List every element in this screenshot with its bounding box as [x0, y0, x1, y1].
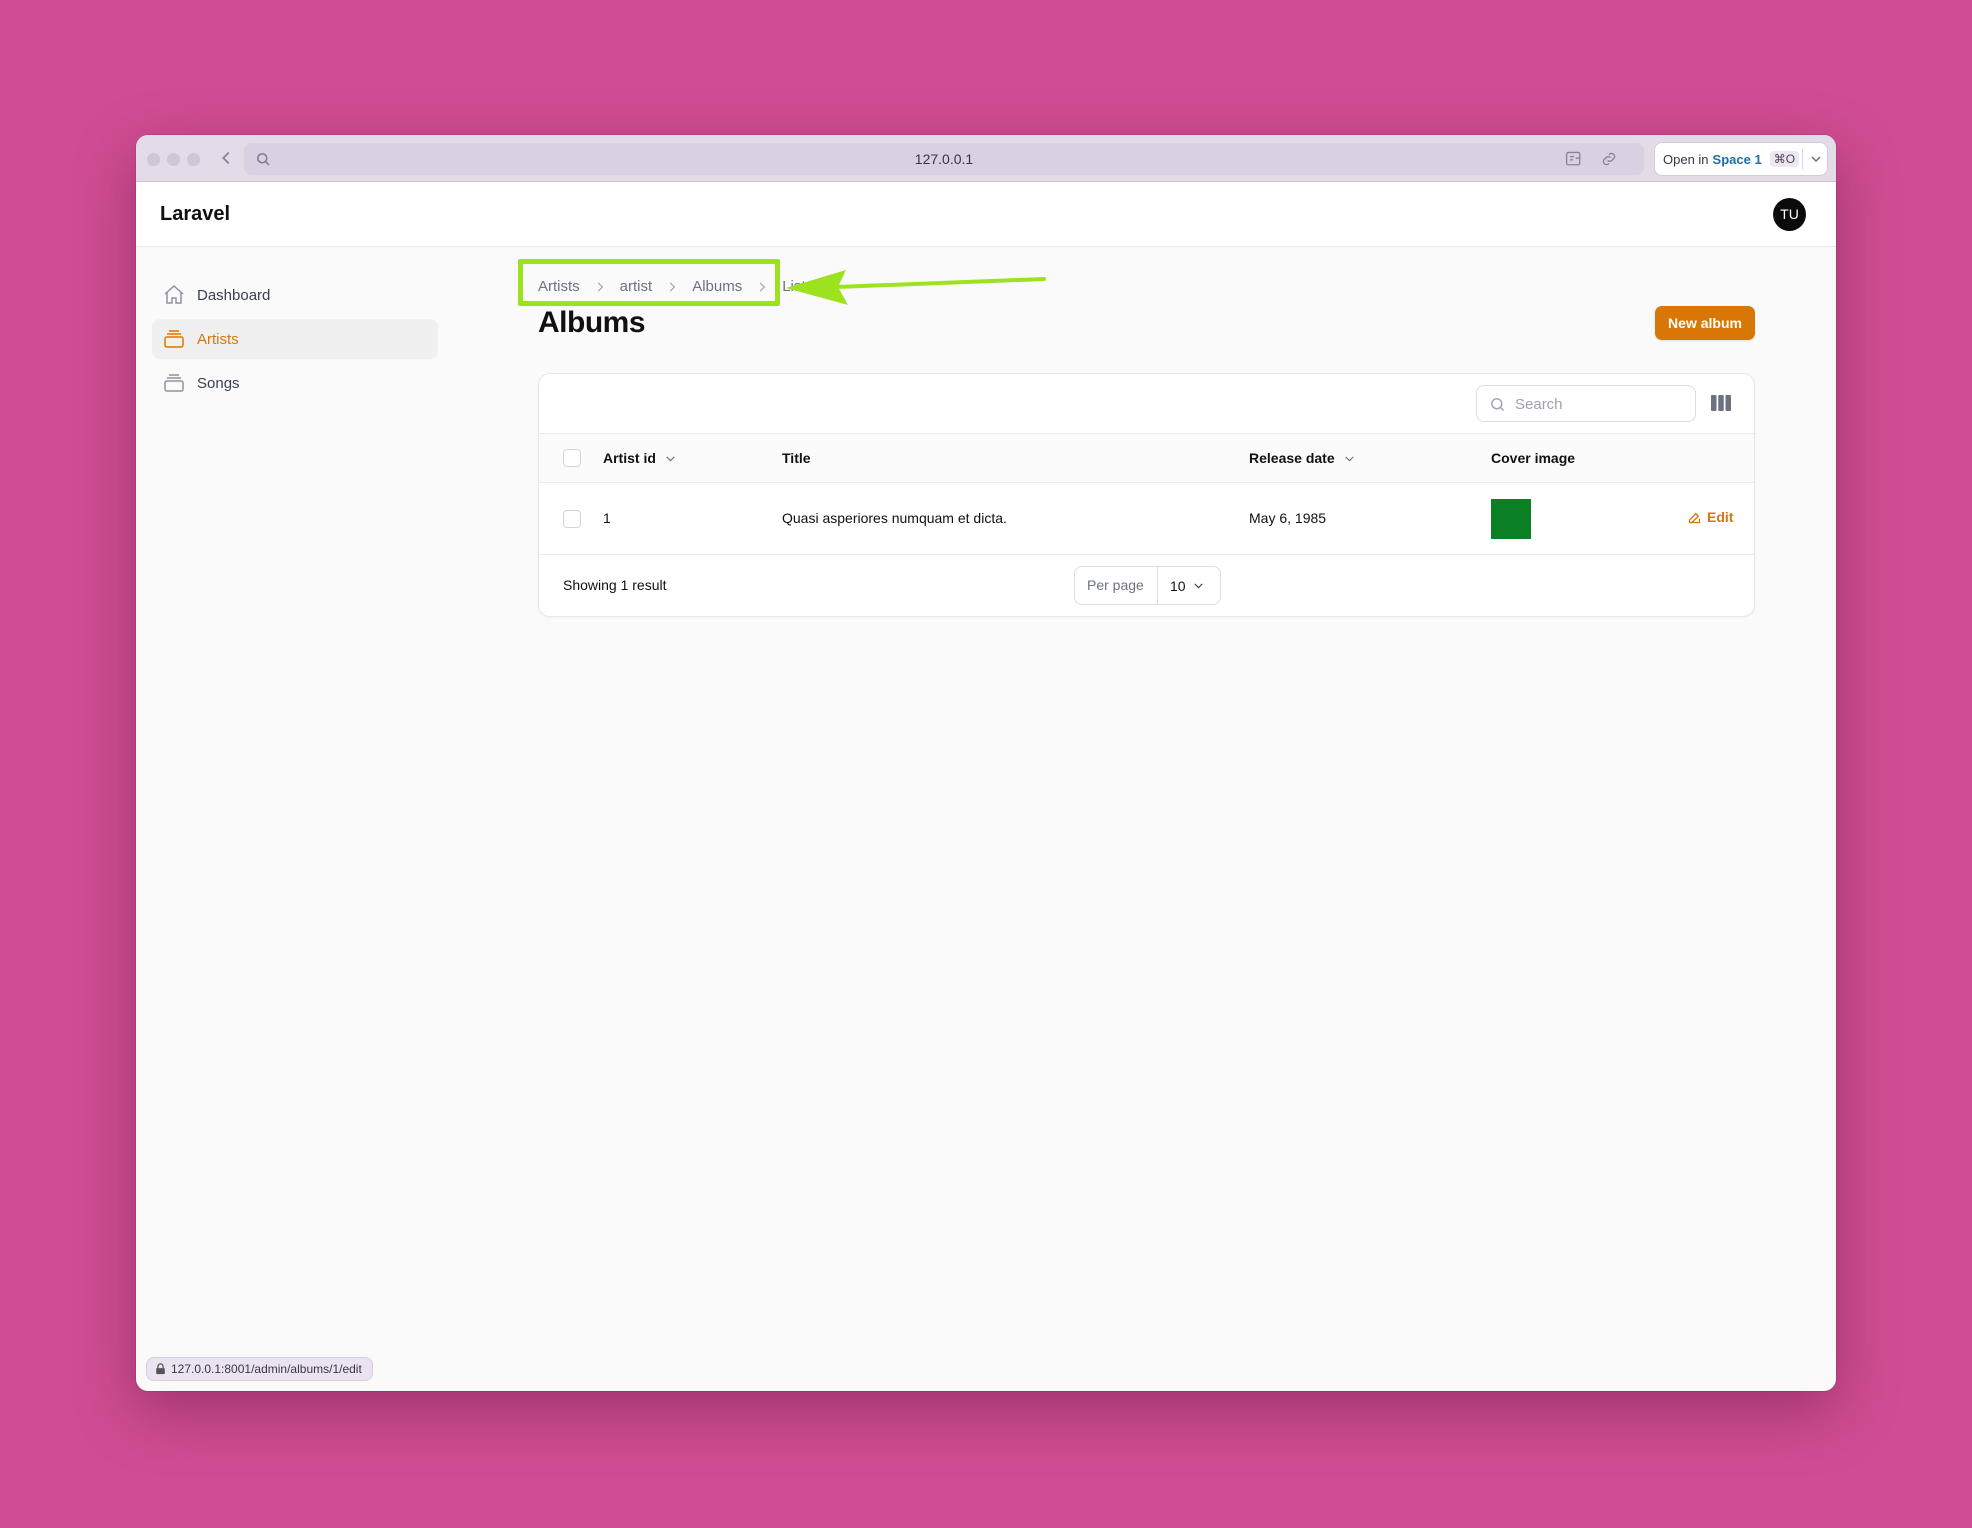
- cell-release-date: May 6, 1985: [1249, 510, 1327, 526]
- lock-icon: [156, 1363, 165, 1375]
- edit-row-button[interactable]: Edit: [1687, 509, 1733, 525]
- table-footer: Showing 1 result Per page 10: [539, 555, 1754, 616]
- user-avatar[interactable]: TU: [1773, 198, 1806, 231]
- column-header-cover-image: Cover image: [1491, 450, 1575, 466]
- sidebar-item-dashboard[interactable]: Dashboard: [152, 275, 438, 315]
- column-label: Release date: [1249, 450, 1335, 466]
- page-title: Albums: [538, 306, 646, 339]
- sidebar-item-songs[interactable]: Songs: [152, 363, 438, 403]
- chevron-down-icon: [1344, 455, 1354, 462]
- minimize-window-button[interactable]: [167, 153, 180, 166]
- column-label: Title: [782, 450, 811, 466]
- table-row[interactable]: 1 Quasi asperiores numquam et dicta. May…: [539, 483, 1754, 555]
- sidebar-item-label: Artists: [197, 330, 239, 348]
- link-status-bar: 127.0.0.1:8001/admin/albums/1/edit: [146, 1357, 373, 1381]
- chevron-down-icon[interactable]: [1808, 151, 1824, 167]
- home-icon: [164, 284, 184, 304]
- cover-image-thumbnail: [1491, 499, 1531, 539]
- per-page-value: 10: [1170, 577, 1186, 594]
- chevron-down-icon: [1194, 583, 1203, 589]
- status-url: 127.0.0.1:8001/admin/albums/1/edit: [171, 1362, 362, 1376]
- back-arrow-icon[interactable]: [216, 147, 238, 169]
- albums-table: Artist id Title Release date Cover image…: [538, 373, 1755, 617]
- row-checkbox[interactable]: [563, 510, 581, 528]
- chevron-down-icon: [666, 455, 675, 462]
- address-bar[interactable]: 127.0.0.1: [244, 143, 1644, 175]
- table-header: Artist id Title Release date Cover image: [539, 434, 1754, 483]
- annotation-arrow: [786, 270, 1046, 305]
- sidebar-item-artists[interactable]: Artists: [152, 319, 438, 359]
- search-input[interactable]: [1515, 393, 1685, 415]
- result-count: Showing 1 result: [563, 577, 667, 593]
- copy-link-icon[interactable]: [1600, 150, 1618, 168]
- divider: [1802, 149, 1803, 169]
- edit-label: Edit: [1707, 509, 1734, 525]
- brand-logo[interactable]: Laravel: [160, 203, 230, 226]
- shortcut-badge: ⌘O: [1769, 151, 1800, 167]
- open-in-label: Open in: [1663, 151, 1709, 167]
- sidebar-item-label: Dashboard: [197, 286, 271, 304]
- pencil-square-icon: [1688, 512, 1701, 523]
- cell-title: Quasi asperiores numquam et dicta.: [782, 510, 1007, 526]
- sidebar: Dashboard Artists Songs: [152, 275, 438, 407]
- reader-mode-icon[interactable]: [1564, 150, 1584, 168]
- column-label: Cover image: [1491, 450, 1576, 466]
- zoom-window-button[interactable]: [187, 153, 200, 166]
- rectangle-stack-icon: [164, 330, 184, 348]
- browser-toolbar: 127.0.0.1 Open in Space 1 ⌘O: [136, 135, 1836, 182]
- table-toolbar: [539, 374, 1754, 434]
- columns-toggle-icon[interactable]: [1710, 393, 1732, 413]
- new-album-button[interactable]: New album: [1655, 306, 1755, 340]
- space-name: Space 1: [1712, 151, 1762, 167]
- column-header-artist-id[interactable]: Artist id: [603, 450, 677, 466]
- cell-artist-id: 1: [603, 510, 611, 526]
- app-header: Laravel TU: [136, 182, 1836, 247]
- column-label: Artist id: [603, 450, 656, 466]
- close-window-button[interactable]: [147, 153, 160, 166]
- search-field[interactable]: [1476, 385, 1696, 422]
- select-all-checkbox[interactable]: [563, 449, 581, 467]
- column-header-title: Title: [782, 450, 811, 466]
- per-page-label: Per page: [1075, 567, 1158, 604]
- open-in-space-button[interactable]: Open in Space 1 ⌘O: [1654, 142, 1828, 176]
- browser-window: 127.0.0.1 Open in Space 1 ⌘O Laravel TU …: [136, 135, 1836, 1391]
- rectangle-stack-icon: [164, 374, 184, 392]
- per-page-select[interactable]: Per page 10: [1074, 566, 1221, 605]
- search-icon: [1491, 398, 1505, 412]
- annotation-highlight-box: [518, 259, 780, 306]
- column-header-release-date[interactable]: Release date: [1249, 450, 1356, 466]
- address-url: 127.0.0.1: [914, 151, 974, 167]
- sidebar-item-label: Songs: [197, 374, 240, 392]
